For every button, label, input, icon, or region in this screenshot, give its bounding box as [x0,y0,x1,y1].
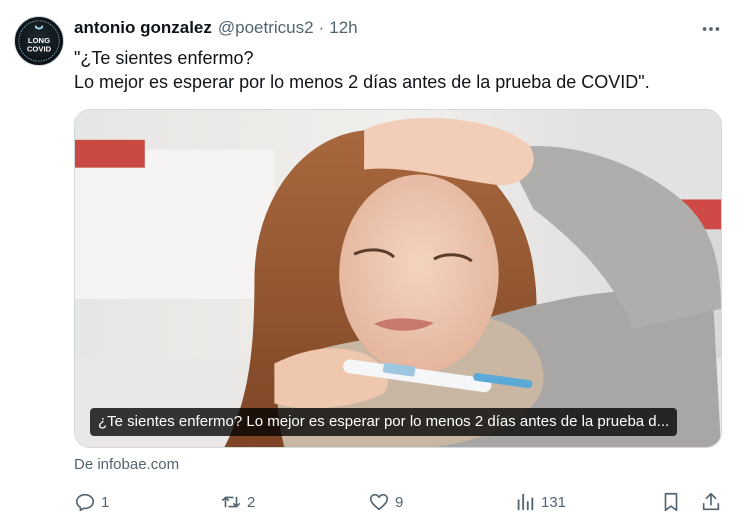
retweet-button[interactable]: 2 [220,486,255,518]
avatar-text-top: LONG [28,36,50,45]
handle[interactable]: @poetricus2 [218,18,314,38]
long-covid-logo: LONG COVID [18,20,60,62]
link-card[interactable]: ¿Te sientes enfermo? Lo mejor es esperar… [74,109,722,448]
card-source[interactable]: De infobae.com [74,456,179,473]
tweet-text-line: "¿Te sientes enfermo? [74,48,254,68]
more-options-button[interactable] [692,14,730,44]
views-count: 131 [541,493,567,511]
tweet-text-line: Lo mejor es esperar por lo menos 2 días … [74,72,650,92]
views-button[interactable]: 131 [514,486,566,518]
tweet-text: "¿Te sientes enfermo? Lo mejor es espera… [74,46,724,94]
heart-icon [369,493,389,511]
share-icon [702,492,720,511]
card-caption: ¿Te sientes enfermo? Lo mejor es esperar… [90,408,678,436]
share-button[interactable] [700,486,722,518]
timestamp[interactable]: 12h [329,18,357,38]
display-name[interactable]: antonio gonzalez [74,18,212,38]
tweet-header: antonio gonzalez @poetricus2 · 12h [74,18,358,40]
like-count: 9 [395,493,404,511]
more-dots-icon [702,27,720,31]
avatar-text-bottom: COVID [27,45,52,54]
avatar[interactable]: LONG COVID [14,16,64,66]
card-photo [75,110,721,447]
reply-icon [75,493,95,512]
reply-count: 1 [101,493,110,511]
retweet-count: 2 [247,493,256,511]
separator-dot: · [318,18,325,37]
retweet-icon [221,496,241,508]
tweet: LONG COVID antonio gonzalez @poetricus2 … [0,0,746,528]
bookmark-button[interactable] [660,486,682,518]
like-button[interactable]: 9 [368,486,403,518]
views-icon [517,493,534,511]
bookmark-icon [664,492,678,512]
action-bar: 1 2 9 131 [74,486,730,518]
reply-button[interactable]: 1 [74,486,109,518]
